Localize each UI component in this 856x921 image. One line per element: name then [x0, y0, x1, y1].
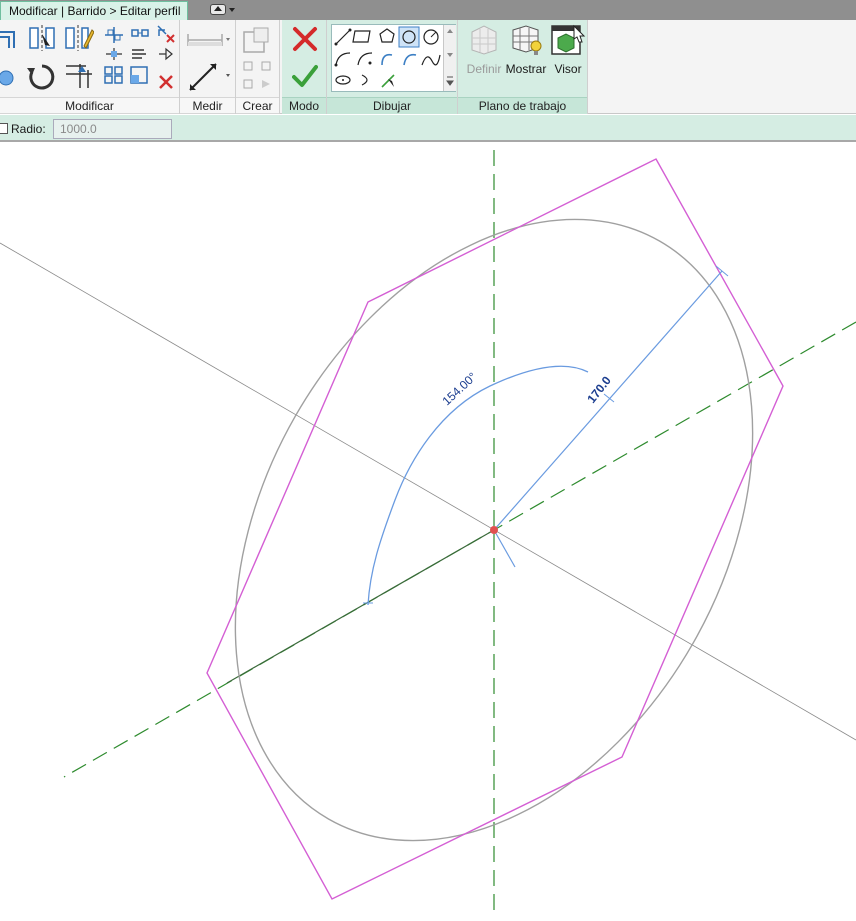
definir-button[interactable]: Definir	[462, 22, 506, 92]
workplane-viewer-icon	[551, 24, 586, 55]
panel-plano-de-trabajo: Definir Mostrar Visor Plano de trabajo	[458, 20, 588, 114]
pick-lines-tool-icon[interactable]	[381, 74, 395, 88]
title-bar: Modificar | Barrido > Editar perfil	[0, 0, 856, 20]
rectangle-tool-icon[interactable]	[352, 30, 371, 43]
tangent-arc-tool-icon[interactable]	[381, 53, 393, 66]
axis-solid-segment[interactable]	[226, 529, 495, 684]
radius-checkbox[interactable]	[0, 123, 8, 134]
create-group-icon[interactable]	[242, 26, 274, 54]
fillet-arc-tool-icon[interactable]	[403, 53, 417, 66]
gallery-scrollbar[interactable]	[443, 25, 456, 91]
offset-icon[interactable]	[0, 64, 18, 92]
line-tool-icon[interactable]	[334, 28, 352, 46]
align-icon[interactable]	[0, 26, 22, 50]
panel-title-medir: Medir	[180, 97, 235, 114]
draw-tools-gallery	[331, 24, 456, 92]
radius-label: Radio:	[11, 122, 46, 136]
measure-along-element-icon[interactable]	[186, 60, 230, 94]
polygon-tool-icon[interactable]	[379, 28, 395, 43]
drawing-canvas[interactable]: 154.00° 170.0	[0, 144, 856, 921]
panel-title-dibujar: Dibujar	[327, 97, 457, 114]
spline-tool-icon[interactable]	[421, 54, 441, 66]
visor-button[interactable]: Visor	[546, 22, 590, 92]
array-icon[interactable]	[104, 66, 124, 84]
radius-dimension-line[interactable]	[493, 270, 723, 531]
panel-dibujar: Dibujar	[327, 20, 458, 114]
pin-icon[interactable]	[156, 46, 176, 62]
finish-edit-mode-icon[interactable]	[292, 64, 318, 88]
center-ends-arc-tool-icon[interactable]	[357, 52, 373, 66]
partial-ellipse-tool-icon[interactable]	[361, 74, 368, 86]
ellipse-tool-icon[interactable]	[335, 75, 351, 85]
measure-between-references-icon[interactable]	[186, 30, 230, 50]
panel-title-crear: Crear	[236, 97, 279, 114]
show-workplane-icon	[512, 25, 542, 55]
panel-modo: Modo	[282, 20, 327, 114]
cancel-edit-mode-icon[interactable]	[292, 26, 318, 52]
radius-dimension-label[interactable]: 170.0	[584, 373, 614, 406]
mirror-draw-axis-icon[interactable]	[64, 24, 94, 52]
create-similar-icon[interactable]	[242, 60, 274, 90]
radius-input[interactable]: 1000.0	[53, 119, 172, 139]
panel-modificar: Modificar	[0, 20, 180, 114]
mostrar-button[interactable]: Mostrar	[504, 22, 548, 92]
ribbon-empty-area	[588, 20, 856, 114]
context-tab[interactable]: Modificar | Barrido > Editar perfil	[0, 1, 188, 20]
angle-dimension-arc[interactable]	[367, 365, 589, 606]
set-workplane-icon	[471, 25, 497, 55]
mirror-pick-axis-icon[interactable]	[28, 24, 56, 52]
origin-point[interactable]	[490, 526, 498, 534]
panel-title-plano-de-trabajo: Plano de trabajo	[458, 97, 587, 114]
align-ends-icon[interactable]	[130, 46, 150, 62]
reference-line[interactable]	[0, 242, 856, 741]
copy-icon[interactable]	[130, 26, 150, 44]
panel-medir: Medir	[180, 20, 236, 114]
options-bar: Radio: 1000.0	[0, 115, 856, 142]
sketch-view[interactable]: 154.00° 170.0	[0, 144, 856, 921]
trim-extend-icon[interactable]	[64, 60, 96, 90]
ribbon-toggle-icon[interactable]	[210, 4, 236, 16]
panel-title-modo: Modo	[282, 97, 326, 114]
delete-icon[interactable]	[158, 74, 174, 90]
angle-dimension-label[interactable]: 154.00°	[439, 370, 479, 409]
scale-icon[interactable]	[130, 66, 150, 84]
rotate-icon[interactable]	[26, 60, 58, 94]
split-element-icon[interactable]	[104, 46, 124, 62]
panel-title-modificar: Modificar	[0, 97, 179, 114]
panel-crear: Crear	[236, 20, 280, 114]
delete-element-icon[interactable]	[156, 24, 176, 44]
move-icon[interactable]	[104, 26, 124, 44]
circle-tool-icon[interactable]	[423, 29, 439, 45]
start-end-arc-tool-icon[interactable]	[334, 52, 351, 67]
circumscribed-polygon-tool-icon[interactable]	[398, 26, 420, 48]
